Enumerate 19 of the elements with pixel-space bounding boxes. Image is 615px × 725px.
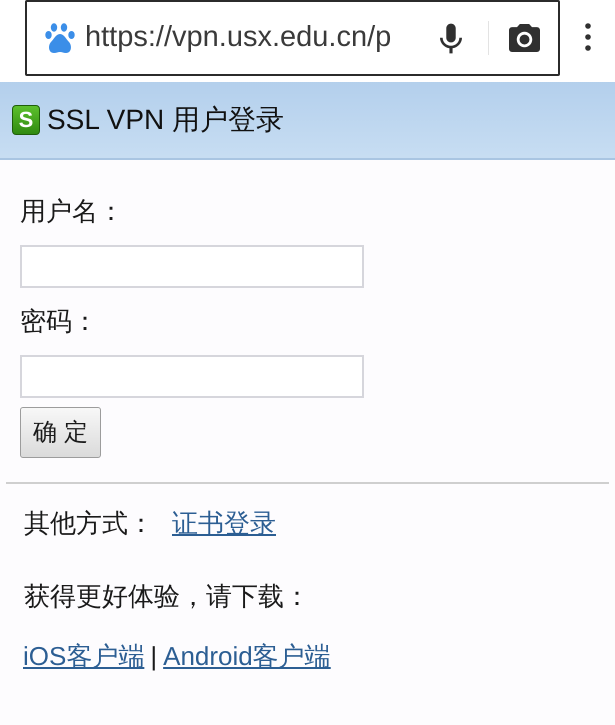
microphone-icon[interactable] <box>440 22 462 54</box>
field-label: 密码： <box>20 305 98 338</box>
camera-icon[interactable] <box>509 24 540 52</box>
other-methods-label: 其他方式： <box>24 506 154 540</box>
client-download-link[interactable]: Android客户端 <box>163 636 331 676</box>
logo: S <box>12 105 40 135</box>
link-separator: | <box>150 640 158 672</box>
certificate-login-link[interactable]: 证书登录 <box>172 504 276 542</box>
address-bar[interactable]: https://vpn.usx.edu.cn/p <box>25 0 560 76</box>
paw-icon <box>45 22 75 54</box>
download-prompt: 获得更好体验，请下载： <box>24 580 310 613</box>
input-field[interactable] <box>20 355 364 398</box>
more-menu-icon[interactable] <box>584 23 590 51</box>
url-text: https://vpn.usx.edu.cn/p <box>85 20 392 56</box>
page-title: SSL VPN 用户登录 <box>47 103 284 137</box>
client-download-link[interactable]: iOS客户端 <box>23 636 144 676</box>
field-label: 用户名： <box>20 195 124 228</box>
submit-button[interactable]: 确 定 <box>20 407 101 458</box>
input-field[interactable] <box>20 245 364 288</box>
